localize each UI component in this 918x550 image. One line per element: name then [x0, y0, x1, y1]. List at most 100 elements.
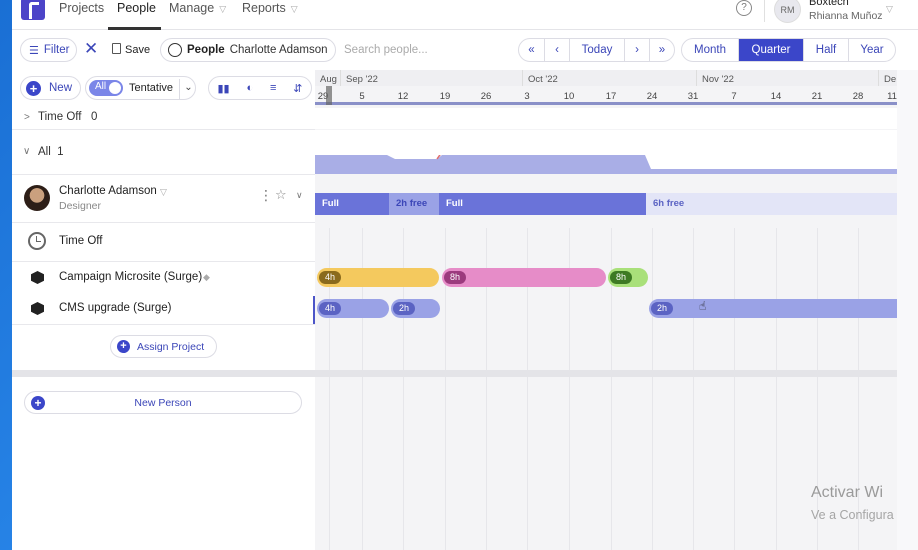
- day-label: 14: [770, 91, 782, 102]
- save-button[interactable]: Save: [112, 43, 150, 56]
- clear-filter-icon[interactable]: ✕: [84, 39, 98, 59]
- nav-projects[interactable]: Projects: [59, 1, 104, 15]
- chevron-down-icon: ▽: [219, 4, 227, 14]
- star-icon[interactable]: ☆: [275, 187, 287, 203]
- nav-people[interactable]: People: [117, 1, 156, 15]
- day-label: 28: [852, 91, 864, 102]
- grid-line: [776, 228, 777, 550]
- chevron-right-icon[interactable]: >: [24, 112, 30, 123]
- row-cms-upgrade[interactable]: CMS upgrade (Surge): [59, 302, 172, 314]
- day-label: 7: [731, 91, 737, 102]
- allocation-hours: 4h: [319, 271, 342, 284]
- divider: [764, 0, 765, 22]
- group-all[interactable]: All 1: [38, 146, 64, 158]
- new-button[interactable]: + New: [20, 76, 81, 100]
- allocation-bar[interactable]: 4h: [317, 299, 389, 318]
- allocation-bar[interactable]: 2h: [391, 299, 440, 318]
- plus-icon: +: [26, 80, 41, 96]
- list-icon[interactable]: ≡: [270, 82, 276, 94]
- activation-watermark-sub: Ve a Configura: [811, 508, 894, 522]
- new-label: New: [49, 82, 73, 94]
- allocation-bar[interactable]: 2h: [649, 299, 897, 318]
- help-icon[interactable]: ?: [736, 0, 752, 16]
- month-label: De: [877, 70, 897, 86]
- allocation-hours: 2h: [393, 302, 416, 315]
- next-icon[interactable]: ›: [625, 39, 650, 61]
- capacity-free[interactable]: 6h free: [646, 193, 897, 215]
- assign-project-button[interactable]: + Assign Project: [110, 335, 217, 358]
- row-time-off[interactable]: Time Off: [59, 235, 102, 247]
- row-campaign-microsite[interactable]: Campaign Microsite (Surge): [59, 271, 202, 283]
- scale-year[interactable]: Year: [849, 39, 895, 61]
- app-logo[interactable]: [21, 0, 45, 20]
- chevron-down-icon[interactable]: ∨: [296, 190, 303, 201]
- new-person-button[interactable]: + New Person: [24, 391, 302, 414]
- tentative-toggle[interactable]: All: [89, 80, 123, 96]
- allocation-bar[interactable]: 8h: [442, 268, 606, 287]
- scrollbar[interactable]: [897, 70, 918, 550]
- scale-quarter[interactable]: Quarter: [739, 39, 804, 61]
- allocation-hours: 4h: [319, 302, 342, 315]
- nav-reports[interactable]: Reports ▽: [242, 1, 298, 15]
- activation-watermark: Activar Wi: [811, 484, 883, 501]
- app-window: Projects People Manage ▽ Reports ▽ ? RM Bo…: [12, 0, 918, 550]
- chevron-down-icon[interactable]: ⌄: [179, 79, 197, 99]
- save-label: Save: [125, 44, 151, 56]
- jump-back-icon[interactable]: «: [519, 39, 545, 61]
- grid-line: [652, 228, 653, 550]
- chevron-down-icon[interactable]: ▽: [886, 4, 893, 15]
- capacity-free[interactable]: 2h free: [389, 193, 439, 215]
- workload-sparkline: [315, 155, 897, 174]
- divider: [12, 129, 315, 130]
- people-filter-chip[interactable]: People Charlotte Adamson: [160, 38, 336, 62]
- day-label: 12: [397, 91, 409, 102]
- user-name[interactable]: Rhianna Muñoz: [809, 10, 883, 22]
- jump-forward-icon[interactable]: »: [650, 39, 674, 61]
- group-time-off[interactable]: Time Off 0: [38, 111, 97, 123]
- plus-icon: +: [117, 340, 130, 353]
- divider: [12, 174, 315, 175]
- day-label: 11: [887, 91, 897, 102]
- day-label: 24: [646, 91, 658, 102]
- schedule-timeline[interactable]: Aug Sep '22 Oct '22 Nov '22 De 29 5 12 1…: [315, 70, 897, 550]
- scale-month[interactable]: Month: [682, 39, 739, 61]
- capacity-full[interactable]: Full: [315, 193, 389, 215]
- view-options: ▮▮ ◐ ≡ ⇵: [208, 76, 312, 100]
- day-label: 5: [359, 91, 365, 102]
- pointer-cursor-icon: ☝: [699, 299, 707, 313]
- avatar[interactable]: [24, 185, 50, 211]
- allocation-bar[interactable]: 4h: [317, 268, 439, 287]
- bar-chart-icon[interactable]: ▮▮: [217, 82, 229, 95]
- search-input[interactable]: Search people...: [344, 44, 428, 56]
- more-options-icon[interactable]: ⋮: [259, 188, 273, 202]
- nav-manage[interactable]: Manage ▽: [169, 1, 226, 15]
- month-label: Nov '22: [696, 70, 734, 86]
- allocation-hours: 8h: [444, 271, 467, 284]
- people-filter-value: Charlotte Adamson: [229, 44, 328, 56]
- people-filter-label: People: [187, 44, 225, 56]
- capacity-full[interactable]: Full: [439, 193, 646, 215]
- assign-project-label: Assign Project: [137, 340, 205, 353]
- today-button[interactable]: Today: [570, 39, 625, 61]
- previous-icon[interactable]: ‹: [545, 39, 570, 61]
- day-label: 31: [687, 91, 699, 102]
- sort-icon[interactable]: ⇵: [293, 82, 302, 95]
- person-name[interactable]: Charlotte Adamson: [59, 185, 157, 197]
- scale-half[interactable]: Half: [804, 39, 849, 61]
- chevron-down-icon[interactable]: ∨: [23, 146, 30, 157]
- top-nav: Projects People Manage ▽ Reports ▽ ? RM Bo…: [12, 0, 918, 30]
- grid-line: [734, 228, 735, 550]
- toggle-view-icon[interactable]: ◐: [246, 82, 253, 94]
- tentative-label: Tentative: [129, 82, 174, 94]
- org-name[interactable]: Boxtech: [809, 0, 849, 8]
- tentative-filter[interactable]: All Tentative ⌄: [85, 76, 196, 100]
- day-label: 21: [811, 91, 823, 102]
- scale-selector: Month Quarter Half Year: [681, 38, 896, 62]
- user-avatar[interactable]: RM: [774, 0, 801, 23]
- month-label: Oct '22: [522, 70, 558, 86]
- month-header: Aug Sep '22 Oct '22 Nov '22 De: [315, 70, 897, 86]
- filter-button[interactable]: ☰ Filter: [20, 38, 77, 62]
- allocation-bar[interactable]: 8h: [608, 268, 648, 287]
- day-label: 19: [439, 91, 451, 102]
- bookmark-icon: [112, 43, 121, 54]
